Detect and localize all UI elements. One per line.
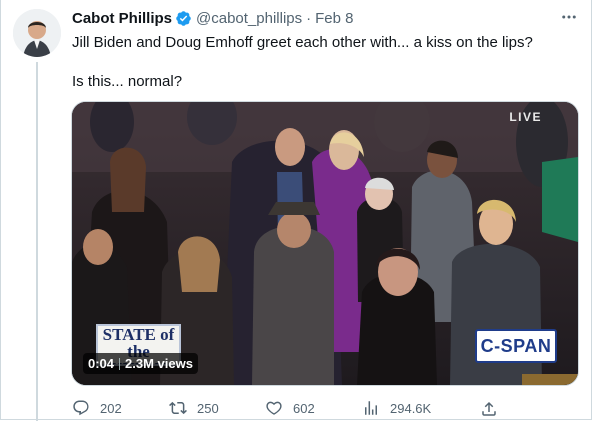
reply-button[interactable]: 202 [72, 399, 122, 417]
analytics-button[interactable]: 294.6K [362, 399, 431, 417]
author-name[interactable]: Cabot Phillips [72, 10, 172, 27]
like-button[interactable]: 602 [265, 399, 315, 417]
like-count: 602 [293, 400, 315, 416]
share-icon [482, 401, 496, 416]
video-timestamp: 0:04 [88, 356, 115, 371]
verified-badge-icon [176, 10, 191, 26]
tweet-actions: 202 250 602 294.6K [72, 399, 502, 419]
tweet-header: Cabot Phillips @cabot_phillips · Feb 8 [72, 8, 354, 28]
more-icon [562, 15, 576, 19]
tweet-text-line: Is this... normal? [72, 73, 183, 90]
reply-count: 202 [100, 400, 122, 416]
tweet-text-line: Jill Biden and Doug Emhoff greet each ot… [72, 34, 533, 51]
avatar-photo [13, 9, 61, 57]
divider [119, 357, 121, 370]
separator-dot: · [306, 9, 312, 27]
share-button[interactable] [480, 400, 498, 423]
cspan-logo: C-SPAN [475, 329, 557, 363]
live-badge: LIVE [509, 110, 542, 124]
retweet-button[interactable]: 250 [169, 399, 219, 417]
retweet-icon [169, 401, 187, 415]
author-handle[interactable]: @cabot_phillips [196, 10, 302, 27]
more-button[interactable] [558, 6, 580, 28]
tweet-text: Jill Biden and Doug Emhoff greet each ot… [72, 33, 572, 92]
video-player[interactable]: LIVE STATE of the UNION C-SPAN 0:04 2.3M… [71, 101, 579, 386]
analytics-count: 294.6K [390, 400, 432, 416]
avatar[interactable] [13, 9, 61, 57]
like-icon [266, 401, 282, 415]
video-meta: 0:04 2.3M views [83, 353, 198, 374]
thread-line [36, 62, 38, 421]
analytics-icon [365, 401, 377, 415]
retweet-count: 250 [197, 400, 219, 416]
tweet-date[interactable]: Feb 8 [315, 10, 353, 27]
reply-icon [73, 400, 89, 416]
video-views: 2.3M views [125, 356, 193, 371]
